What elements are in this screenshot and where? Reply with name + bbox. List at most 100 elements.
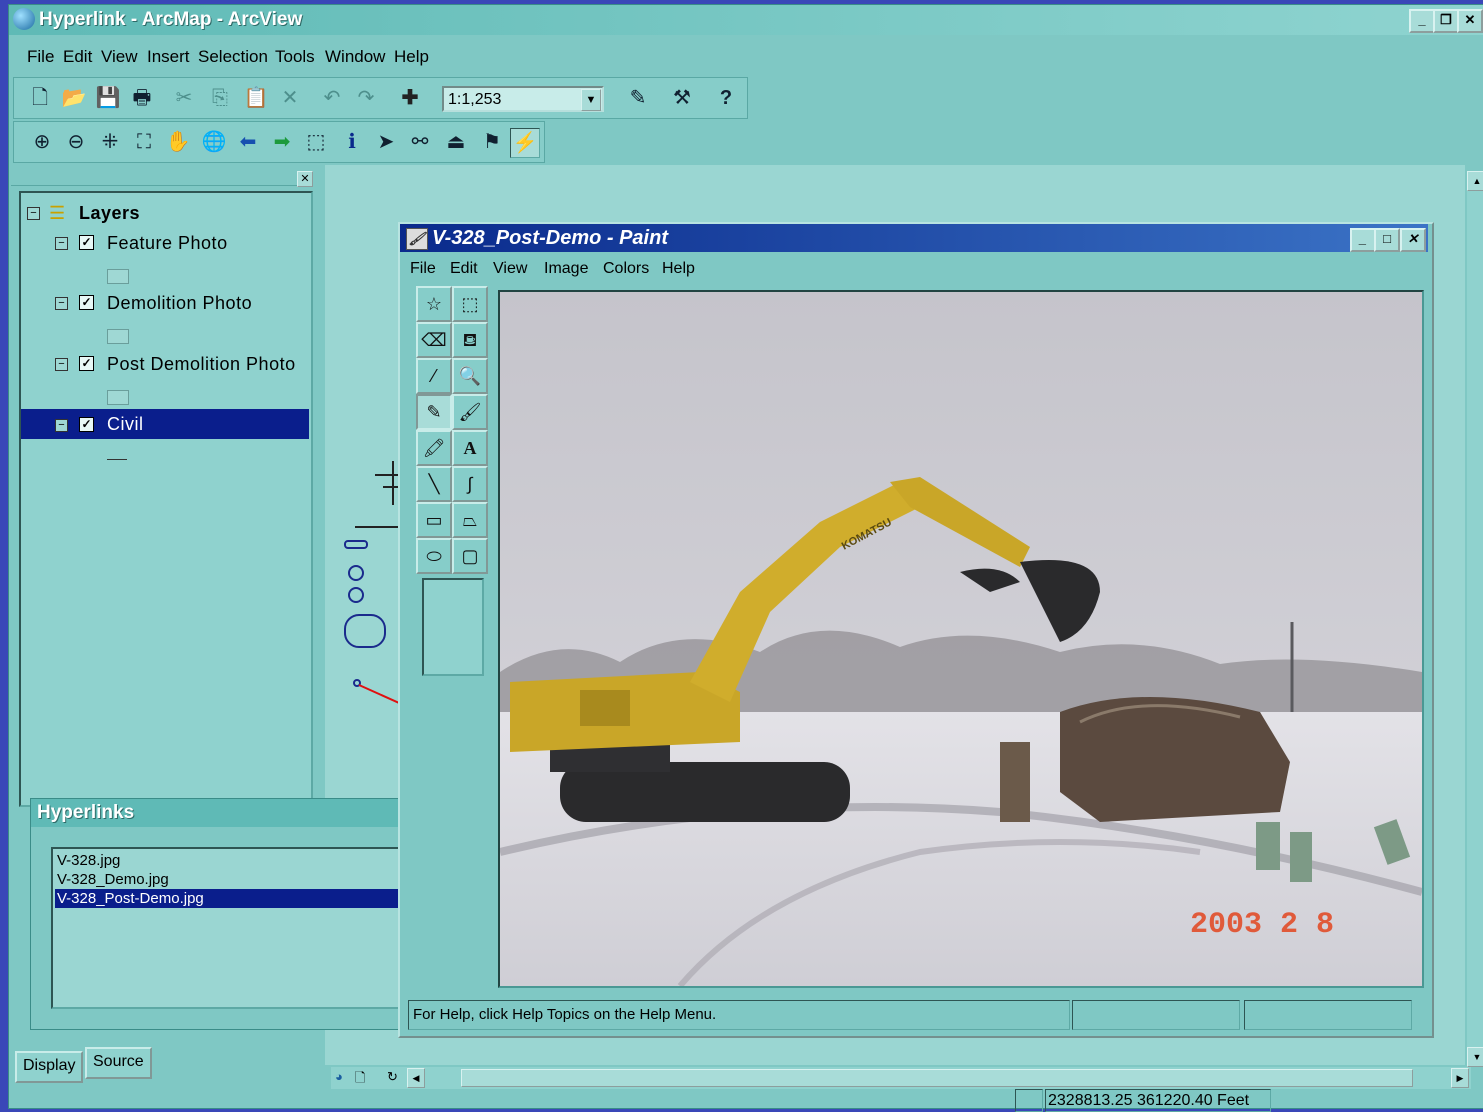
delete-icon[interactable]: ✕ (276, 84, 304, 112)
layer-checkbox[interactable]: ✓ (79, 356, 94, 371)
menu-help[interactable]: Help (394, 47, 429, 67)
scroll-down-icon[interactable]: ▼ (1467, 1047, 1483, 1067)
fixed-zoom-out-icon[interactable]: ⛶ (130, 128, 158, 156)
copy-icon[interactable]: ⎘ (206, 84, 234, 112)
layer-feature-photo[interactable]: Feature Photo (107, 233, 228, 254)
menu-selection[interactable]: Selection (198, 47, 268, 67)
layer-post-demolition-photo[interactable]: Post Demolition Photo (107, 354, 296, 375)
text-tool-icon[interactable]: A (452, 430, 488, 466)
list-item[interactable]: V-328.jpg (55, 851, 403, 870)
collapse-icon[interactable]: − (27, 207, 40, 220)
hyperlink-lightning-icon[interactable]: ⚡ (510, 128, 540, 158)
color-picker-icon[interactable]: ⁄ (416, 358, 452, 394)
paint-menu-help[interactable]: Help (662, 260, 695, 278)
layer-checkbox[interactable]: ✓ (79, 417, 94, 432)
full-extent-globe-icon[interactable]: 🌐 (200, 128, 228, 156)
ellipse-tool-icon[interactable]: ⬭ (416, 538, 452, 574)
curve-tool-icon[interactable]: ∫ (452, 466, 488, 502)
menu-window[interactable]: Window (325, 47, 385, 67)
tool-options-box[interactable] (422, 578, 484, 676)
select-features-icon[interactable]: ⬚ (302, 128, 330, 156)
line-tool-icon[interactable]: ╲ (416, 466, 452, 502)
pencil-icon[interactable]: ✎ (416, 394, 452, 430)
redo-icon[interactable]: ↷ (352, 84, 380, 112)
add-data-icon[interactable]: ✚ (396, 84, 424, 112)
measure-icon[interactable]: ⏏ (442, 128, 470, 156)
find-binoculars-icon[interactable]: ⚯ (406, 128, 434, 156)
new-document-icon[interactable]: 🗋 (26, 84, 54, 112)
collapse-icon[interactable]: − (55, 419, 68, 432)
maximize-button[interactable]: □ (1374, 228, 1400, 252)
close-icon[interactable]: ✕ (297, 171, 313, 187)
menu-edit[interactable]: Edit (63, 47, 92, 67)
map-scale-value: 1:1,253 (448, 91, 502, 108)
cut-icon[interactable]: ✂ (170, 84, 198, 112)
paint-menu-view[interactable]: View (493, 260, 527, 278)
zoom-out-icon[interactable]: ⊖ (62, 128, 90, 156)
identify-icon[interactable]: ℹ (338, 128, 366, 156)
menu-view[interactable]: View (101, 47, 138, 67)
eraser-icon[interactable]: ⌫ (416, 322, 452, 358)
whats-this-help-icon[interactable]: ? (712, 84, 740, 112)
minimize-button[interactable]: _ (1409, 9, 1435, 33)
rounded-rect-tool-icon[interactable]: ▢ (452, 538, 488, 574)
restore-button[interactable]: ❐ (1433, 9, 1459, 33)
tab-source[interactable]: Source (85, 1047, 152, 1079)
zoom-in-icon[interactable]: ⊕ (28, 128, 56, 156)
collapse-icon[interactable]: − (55, 297, 68, 310)
refresh-icon[interactable]: ↻ (387, 1069, 403, 1085)
free-select-icon[interactable]: ☆ (416, 286, 452, 322)
layout-view-icon[interactable]: 🗋 (355, 1069, 371, 1085)
collapse-icon[interactable]: − (55, 237, 68, 250)
magnifier-icon[interactable]: 🔍 (452, 358, 488, 394)
paint-menu-colors[interactable]: Colors (603, 260, 649, 278)
paint-menu-image[interactable]: Image (544, 260, 588, 278)
vertical-scrollbar[interactable]: ▲ ▼ (1467, 171, 1483, 1067)
paint-canvas[interactable]: KOMATSU 2003 2 8 (498, 290, 1424, 988)
minimize-button[interactable]: _ (1350, 228, 1376, 252)
paint-menu-file[interactable]: File (410, 260, 436, 278)
data-view-icon[interactable]: ◕ (335, 1069, 351, 1085)
save-icon[interactable]: 💾 (94, 84, 122, 112)
forward-arrow-icon[interactable]: ➡ (268, 128, 296, 156)
print-icon[interactable]: 🖶 (128, 84, 156, 112)
hyperlinks-list[interactable]: V-328.jpg V-328_Demo.jpg V-328_Post-Demo… (51, 847, 405, 1009)
scroll-thumb[interactable] (461, 1069, 1413, 1087)
back-arrow-icon[interactable]: ⬅ (234, 128, 262, 156)
scroll-right-icon[interactable]: ▶ (1451, 1068, 1469, 1088)
polygon-tool-icon[interactable]: ⏢ (452, 502, 488, 538)
fill-bucket-icon[interactable]: ⛾ (452, 322, 488, 358)
fixed-zoom-in-icon[interactable]: ⁜ (96, 128, 124, 156)
chevron-down-icon[interactable]: ▼ (581, 89, 601, 111)
rectangle-tool-icon[interactable]: ▭ (416, 502, 452, 538)
close-button[interactable]: ✕ (1457, 9, 1483, 33)
scroll-left-icon[interactable]: ◀ (407, 1068, 425, 1088)
map-scale-combobox[interactable]: 1:1,253 ▼ (442, 86, 604, 112)
route-icon[interactable]: ⚑ (478, 128, 506, 156)
editor-toolbar-icon[interactable]: ✎ (624, 84, 652, 112)
scroll-up-icon[interactable]: ▲ (1467, 171, 1483, 191)
menu-file[interactable]: File (27, 47, 54, 67)
paste-icon[interactable]: 📋 (242, 84, 270, 112)
close-button[interactable]: ✕ (1400, 228, 1426, 252)
layer-checkbox[interactable]: ✓ (79, 235, 94, 250)
layer-civil[interactable]: Civil (107, 414, 144, 435)
collapse-icon[interactable]: − (55, 358, 68, 371)
arctoolbox-icon[interactable]: ⚒ (668, 84, 696, 112)
rect-select-icon[interactable]: ⬚ (452, 286, 488, 322)
layer-checkbox[interactable]: ✓ (79, 295, 94, 310)
horizontal-scrollbar[interactable]: ◕ 🗋 ↻ ◀ ▶ (331, 1067, 1471, 1089)
menu-tools[interactable]: Tools (275, 47, 315, 67)
paint-menu-edit[interactable]: Edit (450, 260, 478, 278)
undo-icon[interactable]: ↶ (318, 84, 346, 112)
list-item[interactable]: V-328_Demo.jpg (55, 870, 403, 889)
pan-hand-icon[interactable]: ✋ (164, 128, 192, 156)
brush-icon[interactable]: 🖌 (452, 394, 488, 430)
airbrush-icon[interactable]: 🖍 (416, 430, 452, 466)
tab-display[interactable]: Display (15, 1051, 84, 1083)
layer-demolition-photo[interactable]: Demolition Photo (107, 293, 252, 314)
list-item-selected[interactable]: V-328_Post-Demo.jpg (55, 889, 403, 908)
menu-insert[interactable]: Insert (147, 47, 190, 67)
select-elements-arrow-icon[interactable]: ➤ (372, 128, 400, 156)
open-folder-icon[interactable]: 📂 (60, 84, 88, 112)
